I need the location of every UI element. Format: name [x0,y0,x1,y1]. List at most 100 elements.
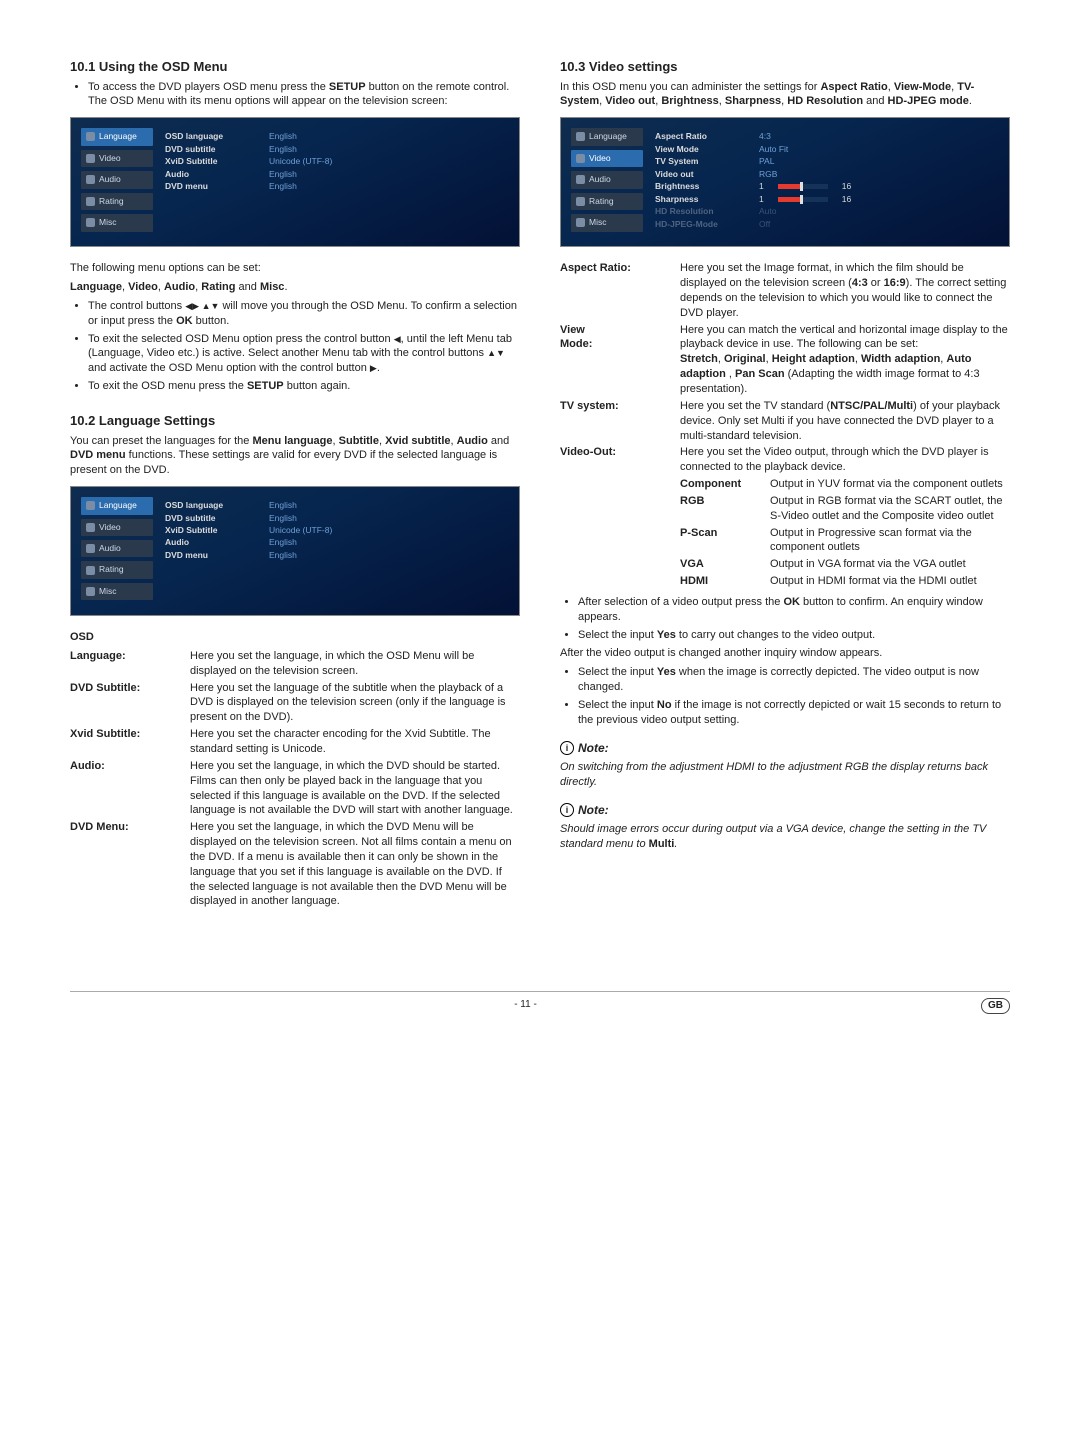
lock-icon [86,566,95,575]
list-video-out-steps-2: Select the input Yes when the image is c… [560,665,1010,727]
osd-content: Aspect Ratio4:3 View ModeAuto Fit TV Sys… [651,128,999,236]
bold: Rating [201,281,235,293]
left-icon: ◀ [394,334,401,344]
setup-bold: SETUP [329,81,366,93]
speaker-icon [576,175,585,184]
bullet-exit-setup: To exit the OSD menu press the SETUP but… [88,379,520,394]
note-body-1: On switching from the adjustment HDMI to… [560,760,1010,790]
row-value: PAL [759,156,774,167]
text: To exit the selected OSD Menu option pre… [88,333,394,345]
tab-label: Audio [589,174,611,185]
note-heading-1: i Note: [560,740,1010,756]
left-right-up-down-icon: ◀▶ ▲▼ [185,301,219,311]
slider-min: 1 [759,194,764,205]
heading-10-3: 10.3 Video settings [560,58,1010,76]
heading-10-2: 10.2 Language Settings [70,412,520,430]
tab-label: Video [99,522,121,533]
bold: Audio [164,281,195,293]
osd-content: OSD languageEnglish DVD subtitleEnglish … [161,128,509,236]
right-column: 10.3 Video settings In this OSD menu you… [560,40,1010,911]
osd-tab-audio: Audio [571,171,643,188]
globe-icon [86,501,95,510]
text: In this OSD menu you can administer the … [560,81,820,93]
row-value: RGB [759,169,777,180]
osd-tab-rating: Rating [81,561,153,578]
subdef: Output in VGA format via the VGA outlet [770,557,1010,572]
yes-bold: Yes [657,666,676,678]
bold: Misc [260,281,284,293]
osd-tab-language: Language [81,497,153,514]
row-value: 4:3 [759,131,771,142]
tab-label: Language [589,131,627,142]
term: Xvid Subtitle: [70,727,190,757]
text: . [674,838,677,850]
bold: NTSC/PAL/Multi [830,400,913,412]
text: and activate the OSD Menu option with th… [88,362,370,374]
definition: Here you can match the vertical and hori… [680,323,1010,397]
info-icon: i [560,741,574,755]
text: to carry out changes to the video output… [676,629,875,641]
gear-icon [576,218,585,227]
text: To access the DVD players OSD menu press… [88,81,329,93]
tab-label: Misc [99,217,116,228]
def-tv-system: TV system: Here you set the TV standard … [560,399,1010,444]
text: Here you set the Video output, through w… [680,446,989,473]
note-heading-2: i Note: [560,802,1010,818]
lock-icon [576,197,585,206]
info-icon: i [560,803,574,817]
row-label: DVD menu [165,550,255,561]
row-value: English [269,537,297,548]
bold: View-Mode [894,81,951,93]
bold: HD Resolution [787,95,863,107]
def-osd-language: Language: Here you set the language, in … [70,649,520,679]
tv-icon [86,523,95,532]
row-value: English [269,181,297,192]
bold: Width adaption [861,353,940,365]
text: After selection of a video output press … [578,596,783,608]
term-line2: Mode: [560,338,592,350]
def-video-out: Video-Out: Here you set the Video output… [560,445,1010,591]
def-audio: Audio: Here you set the language, in whi… [70,759,520,818]
row-value-disabled: Auto [759,206,777,217]
text-inquiry-window: After the video output is changed anothe… [560,646,1010,661]
lock-icon [86,197,95,206]
region-badge: GB [981,998,1010,1014]
slider-bar [778,197,828,202]
speaker-icon [86,175,95,184]
slider-thumb-icon [800,182,803,191]
slider-max: 16 [842,181,851,192]
row-value: English [269,550,297,561]
osd-screenshot-video: Language Video Audio Rating Misc Aspect … [560,117,1010,247]
subterm: VGA [680,557,770,572]
row-label: XviD Subtitle [165,525,255,536]
bold: Aspect Ratio [820,81,887,93]
row-label: Audio [165,169,255,180]
row-label: View Mode [655,144,745,155]
tab-label: Language [99,500,137,511]
tab-label: Rating [99,564,124,575]
osd-tablist: Language Video Audio Rating Misc [571,128,643,236]
osd-tab-misc: Misc [81,214,153,231]
tab-label: Audio [99,543,121,554]
term-line1: View [560,324,585,336]
definition: Here you set the language of the subtitl… [190,681,520,726]
row-label: DVD subtitle [165,513,255,524]
subdef: Output in YUV format via the component o… [770,477,1010,492]
term: Audio: [70,759,190,818]
term: Video-Out: [560,445,680,591]
tv-icon [576,154,585,163]
row-label: Sharpness [655,194,745,205]
tv-icon [86,154,95,163]
term: TV system: [560,399,680,444]
osd-tab-rating: Rating [81,193,153,210]
row-value: Unicode (UTF-8) [269,156,332,167]
heading-10-1: 10.1 Using the OSD Menu [70,58,520,76]
text: . [377,362,380,374]
tab-label: Video [589,153,611,164]
text: You can preset the languages for the [70,435,252,447]
def-aspect-ratio: Aspect Ratio: Here you set the Image for… [560,261,1010,320]
def-view-mode: View Mode: Here you can match the vertic… [560,323,1010,397]
tab-label: Rating [99,196,124,207]
row-label: XviD Subtitle [165,156,255,167]
bullet-select-yes-1: Select the input Yes to carry out change… [578,628,1010,643]
